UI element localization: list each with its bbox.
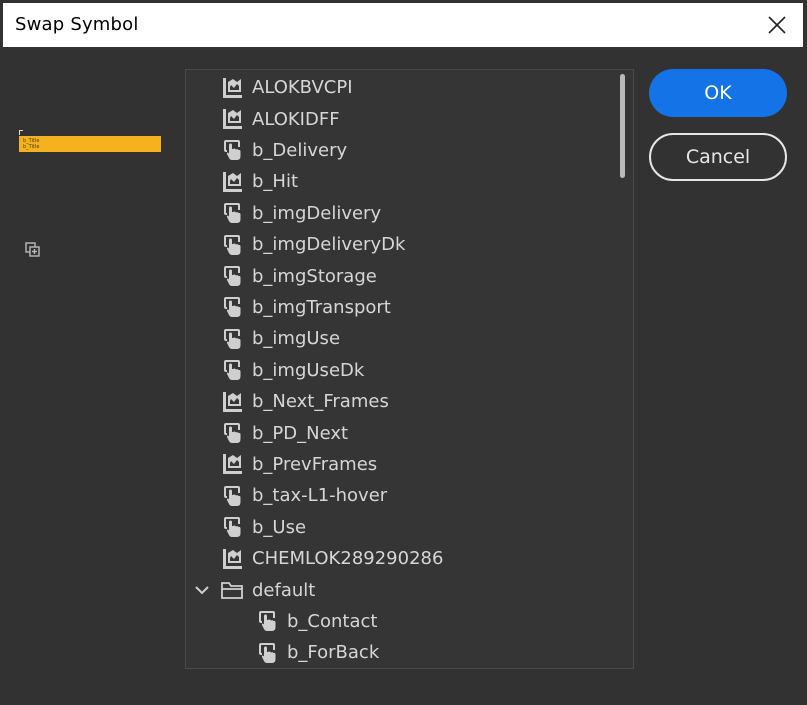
list-item[interactable]: b_Use	[186, 512, 633, 543]
folder-icon	[219, 577, 245, 603]
close-button[interactable]	[765, 13, 789, 37]
movieclip-icon	[219, 546, 245, 572]
list-item-label: b_Hit	[252, 171, 299, 193]
swap-symbol-dialog: Swap Symbol b_Title b_Title ALOKBVCPI ALO…	[0, 0, 807, 705]
symbol-preview: b_Title b_Title	[19, 136, 161, 152]
list-item-label: CHEMLOK289290286	[252, 548, 444, 570]
list-item-label: b_Delivery	[252, 139, 348, 161]
cancel-button[interactable]: Cancel	[649, 133, 787, 181]
duplicate-symbol-icon[interactable]	[25, 242, 45, 260]
list-item-label: default	[252, 579, 316, 601]
list-item[interactable]: b_imgUseDk	[186, 355, 633, 386]
list-item-label: b_imgDelivery	[252, 202, 382, 224]
list-item[interactable]: b_imgDelivery	[186, 198, 633, 229]
preview-text-2: b_Title	[23, 144, 40, 150]
list-item[interactable]: b_PrevFrames	[186, 449, 633, 480]
list-item[interactable]: b_Delivery	[186, 135, 633, 166]
list-item-label: ALOKIDFF	[252, 108, 340, 130]
list-item[interactable]: b_Hit	[186, 166, 633, 197]
list-item-label: b_imgDeliveryDk	[252, 234, 406, 256]
list-item-label: b_imgStorage	[252, 265, 377, 287]
list-item[interactable]: b_imgUse	[186, 323, 633, 354]
list-item[interactable]: b_tax-L1-hover	[186, 480, 633, 511]
list-item[interactable]: b_imgStorage	[186, 260, 633, 291]
button-hand-icon	[254, 640, 280, 666]
title-bar: Swap Symbol	[3, 3, 803, 47]
list-item[interactable]: ALOKBVCPI	[186, 72, 633, 103]
chevron-down-icon[interactable]	[193, 581, 211, 599]
button-hand-icon	[219, 483, 245, 509]
ok-button[interactable]: OK	[649, 69, 787, 117]
list-item-label: b_PrevFrames	[252, 453, 378, 475]
list-item-label: b_imgUseDk	[252, 359, 365, 381]
close-icon	[768, 16, 786, 34]
button-hand-icon	[219, 294, 245, 320]
list-item-label: b_ForBack	[287, 642, 380, 664]
list-item-label: b_imgTransport	[252, 296, 391, 318]
list-item[interactable]: b_Next_Frames	[186, 386, 633, 417]
button-hand-icon	[219, 326, 245, 352]
list-item[interactable]: ALOKIDFF	[186, 103, 633, 134]
list-item-label: b_tax-L1-hover	[252, 485, 388, 507]
list-item[interactable]: b_PD_Next	[186, 417, 633, 448]
button-hand-icon	[219, 357, 245, 383]
list-item[interactable]: b_Contact	[186, 606, 633, 637]
movieclip-icon	[219, 169, 245, 195]
button-hand-icon	[219, 420, 245, 446]
list-item[interactable]: CHEMLOK289290286	[186, 543, 633, 574]
movieclip-icon	[219, 451, 245, 477]
movieclip-icon	[219, 389, 245, 415]
list-item-label: b_Next_Frames	[252, 391, 389, 413]
button-hand-icon	[219, 200, 245, 226]
list-item[interactable]: b_imgDeliveryDk	[186, 229, 633, 260]
list-item-label: ALOKBVCPI	[252, 77, 353, 99]
symbol-list[interactable]: ALOKBVCPI ALOKIDFF b_Delivery b_Hit b_imgDel…	[185, 69, 634, 669]
list-item-label: b_imgUse	[252, 328, 341, 350]
movieclip-icon	[219, 75, 245, 101]
button-hand-icon	[219, 137, 245, 163]
list-item[interactable]: b_ForBack	[186, 637, 633, 668]
list-item-label: b_Use	[252, 516, 307, 538]
folder-item[interactable]: default	[186, 574, 623, 605]
button-hand-icon	[219, 514, 245, 540]
button-hand-icon	[219, 232, 245, 258]
dialog-title: Swap Symbol	[15, 14, 139, 35]
preview-registration-mark	[19, 130, 23, 135]
button-hand-icon	[219, 263, 245, 289]
list-item-label: b_PD_Next	[252, 422, 349, 444]
list-item-label: b_Contact	[287, 610, 378, 632]
button-hand-icon	[254, 608, 280, 634]
movieclip-icon	[219, 106, 245, 132]
list-item[interactable]: b_imgTransport	[186, 292, 633, 323]
symbol-preview-pane: b_Title b_Title	[3, 47, 183, 702]
